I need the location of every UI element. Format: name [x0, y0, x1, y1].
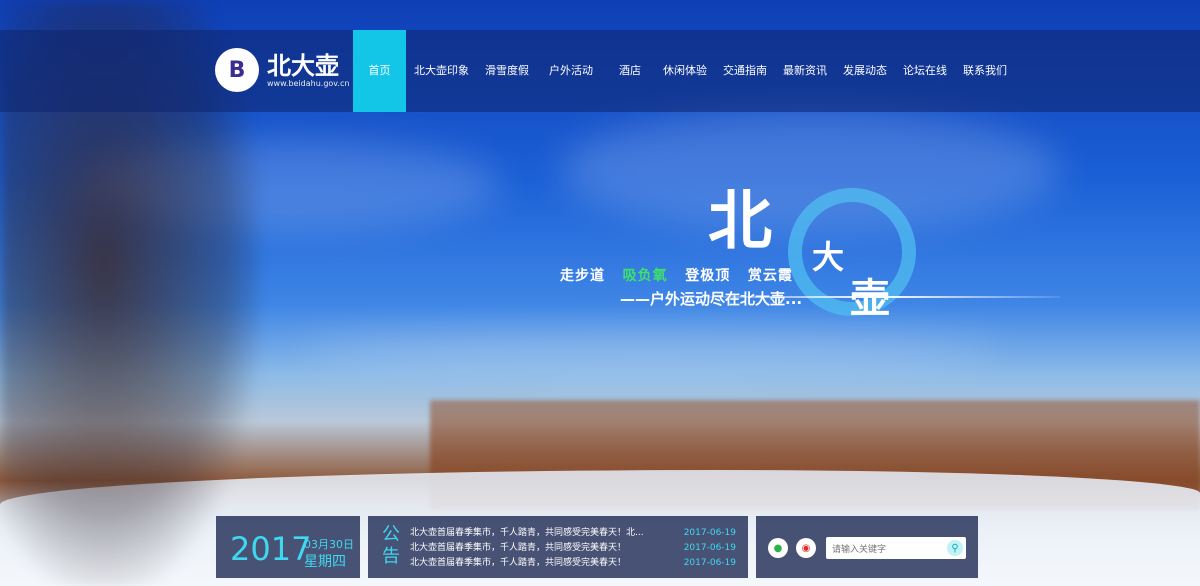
nav-item-hotel[interactable]: 酒店: [605, 30, 655, 112]
date-panel: 2017 03月30日 星期四: [216, 516, 360, 578]
nav-item-forum[interactable]: 论坛在线: [895, 30, 955, 112]
nav-item-development[interactable]: 发展动态: [835, 30, 895, 112]
notice-title[interactable]: 北大壶首届春季集市，千人踏青，共同感受完美春天！: [410, 541, 660, 556]
nav-item-impression[interactable]: 北大壶印象: [406, 30, 477, 112]
notice-title[interactable]: 北大壶首届春季集市，千人踏青，共同感受完美春天！: [410, 556, 660, 571]
logo-url: www.beidahu.gov.cn: [267, 78, 350, 88]
search-input[interactable]: [826, 539, 948, 561]
date-weekday: 星期四: [304, 554, 346, 570]
main-menu: 首页 北大壶印象 滑雪度假 户外活动 酒店 休闲体验 交通指南 最新资讯 发展动…: [353, 30, 1015, 112]
hero-tag: 赏云霞: [747, 268, 793, 284]
nav-item-contact[interactable]: 联系我们: [955, 30, 1015, 112]
hero-tag: 登极顶: [685, 268, 731, 284]
search-panel: ● ◉ ⚲: [756, 516, 978, 578]
notice-tag: 公告: [382, 524, 400, 567]
wechat-icon[interactable]: ●: [768, 538, 788, 558]
cloud: [300, 330, 1000, 370]
notice-date: 2017-06-19: [683, 528, 736, 538]
nav-item-traffic[interactable]: 交通指南: [715, 30, 775, 112]
logo-mark-icon: B: [215, 48, 259, 92]
nav-item-home[interactable]: 首页: [353, 30, 406, 112]
logo-text: 北大壶 www.beidahu.gov.cn: [267, 53, 349, 88]
date-year: 2017: [230, 530, 312, 568]
nav-item-ski-resort[interactable]: 滑雪度假: [477, 30, 537, 112]
weibo-icon[interactable]: ◉: [796, 538, 816, 558]
big-char-da: 大: [812, 238, 845, 276]
hero-tag-highlight: 吸负氧: [622, 268, 668, 284]
hero-subtitle: ——户外运动尽在北大壶...: [620, 290, 803, 308]
nav-item-outdoor[interactable]: 户外活动: [537, 30, 605, 112]
site-logo[interactable]: B 北大壶 www.beidahu.gov.cn: [215, 48, 349, 92]
big-char-bei: 北: [708, 184, 772, 259]
hero-tag: 走步道: [560, 268, 605, 284]
logo-name: 北大壶: [267, 51, 339, 80]
big-char-hu: 壶: [850, 275, 890, 322]
nav-item-leisure[interactable]: 休闲体验: [655, 30, 715, 112]
nav-item-news[interactable]: 最新资讯: [775, 30, 835, 112]
notice-title[interactable]: 北大壶首届春季集市，千人踏青，共同感受完美春天！北...: [410, 526, 660, 541]
notice-item[interactable]: 北大壶首届春季集市，千人踏青，共同感受完美春天！北... 2017-06-19: [410, 526, 736, 541]
search-box: ⚲: [826, 537, 966, 561]
notice-date: 2017-06-19: [683, 558, 736, 568]
notice-item[interactable]: 北大壶首届春季集市，千人踏青，共同感受完美春天！ 2017-06-19: [410, 541, 736, 556]
date-month-day: 03月30日: [304, 538, 354, 551]
notice-item[interactable]: 北大壶首届春季集市，千人踏青，共同感受完美春天！ 2017-06-19: [410, 556, 736, 571]
hero-tags: 走步道 吸负氧 登极顶 赏云霞: [560, 265, 793, 285]
light-streak: [700, 296, 1060, 298]
notice-list: 北大壶首届春季集市，千人踏青，共同感受完美春天！北... 2017-06-19 …: [410, 526, 736, 571]
notice-date: 2017-06-19: [683, 543, 736, 553]
search-icon[interactable]: ⚲: [947, 540, 963, 556]
notice-panel: 公告 北大壶首届春季集市，千人踏青，共同感受完美春天！北... 2017-06-…: [368, 516, 748, 578]
